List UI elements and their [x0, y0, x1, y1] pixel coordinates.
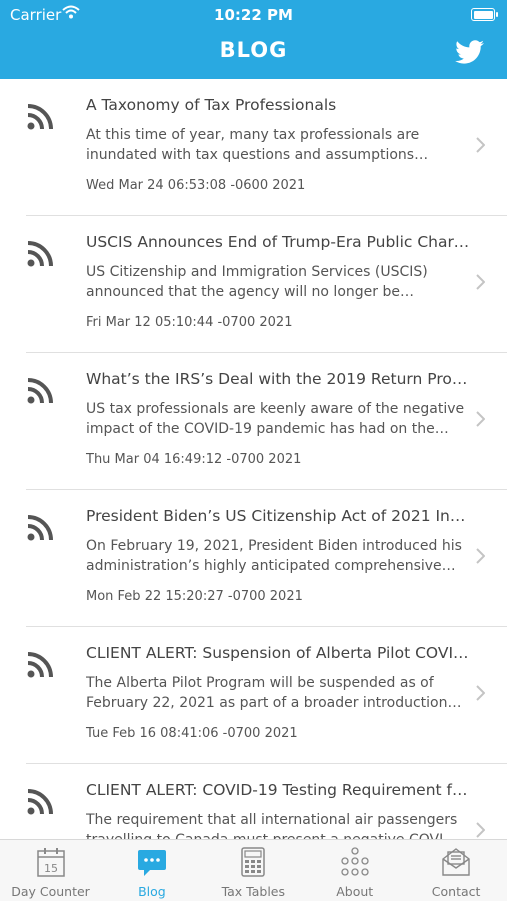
- post-summary: At this time of year, many tax professio…: [86, 127, 420, 163]
- tab-label: Tax Tables: [221, 884, 286, 899]
- status-time: 10:22 PM: [214, 6, 293, 24]
- calendar-icon: 15: [0, 846, 101, 880]
- rss-feed-icon: [26, 103, 54, 135]
- blog-post-row[interactable]: USCIS Announces End of Trump-Era Public …: [26, 216, 507, 353]
- tab-label: Day Counter: [11, 884, 90, 899]
- tab-bar: 15 Day Counter Blog Tax Tables About Contact: [0, 839, 507, 901]
- rss-feed-icon: [26, 240, 54, 272]
- post-date: Fri Mar 12 05:10:44 -0700 2021: [86, 315, 293, 330]
- post-title: USCIS Announces End of Trump-Era Public …: [86, 233, 471, 251]
- envelope-icon: [406, 846, 507, 880]
- tab-day-counter[interactable]: 15 Day Counter: [0, 840, 101, 901]
- post-date: Wed Mar 24 06:53:08 -0600 2021: [86, 178, 306, 193]
- post-title: President Biden’s US Citizenship Act of …: [86, 507, 471, 525]
- calculator-icon: [203, 846, 304, 880]
- post-date: Mon Feb 22 15:20:27 -0700 2021: [86, 589, 303, 604]
- post-summary: US tax professionals are keenly aware of…: [86, 401, 465, 437]
- svg-text:15: 15: [44, 862, 58, 875]
- chevron-right-icon: [475, 548, 486, 568]
- chevron-right-icon: [475, 274, 486, 294]
- post-summary: The Alberta Pilot Program will be suspen…: [86, 675, 448, 711]
- dots-grid-icon: [304, 846, 405, 880]
- blog-post-row[interactable]: CLIENT ALERT: Suspension of Alberta Pilo…: [26, 627, 507, 764]
- tab-label: About: [336, 884, 374, 899]
- chevron-right-icon: [475, 685, 486, 705]
- post-summary: The requirement that all international a…: [86, 812, 459, 839]
- twitter-icon[interactable]: [455, 40, 485, 68]
- blog-post-row[interactable]: What’s the IRS’s Deal with the 2019 Retu…: [26, 353, 507, 490]
- tab-about[interactable]: About: [304, 840, 405, 901]
- post-summary: US Citizenship and Immigration Services …: [86, 264, 428, 300]
- chevron-right-icon: [475, 822, 486, 839]
- page-title: BLOG: [219, 38, 288, 62]
- tab-tax-tables[interactable]: Tax Tables: [203, 840, 304, 901]
- battery-icon: [471, 8, 498, 21]
- tab-contact[interactable]: Contact: [406, 840, 507, 901]
- status-bar: Carrier 10:22 PM: [0, 0, 507, 28]
- chevron-right-icon: [475, 137, 486, 157]
- blog-post-list[interactable]: A Taxonomy of Tax Professionals At this t…: [0, 79, 507, 839]
- tab-label: Blog: [138, 884, 166, 899]
- post-summary: On February 19, 2021, President Biden in…: [86, 538, 462, 574]
- rss-feed-icon: [26, 651, 54, 683]
- post-date: Tue Feb 16 08:41:06 -0700 2021: [86, 726, 298, 741]
- rss-feed-icon: [26, 377, 54, 409]
- chat-bubble-icon: [101, 846, 202, 880]
- blog-post-row[interactable]: CLIENT ALERT: COVID-19 Testing Requireme…: [26, 764, 507, 839]
- app-header: Carrier 10:22 PM BLOG: [0, 0, 507, 79]
- post-date: Thu Mar 04 16:49:12 -0700 2021: [86, 452, 302, 467]
- post-title: CLIENT ALERT: COVID-19 Testing Requireme…: [86, 781, 471, 799]
- blog-post-row[interactable]: A Taxonomy of Tax Professionals At this t…: [26, 79, 507, 216]
- rss-feed-icon: [26, 788, 54, 820]
- tab-blog[interactable]: Blog: [101, 840, 202, 901]
- tab-label: Contact: [431, 884, 481, 899]
- chevron-right-icon: [475, 411, 486, 431]
- blog-post-row[interactable]: President Biden’s US Citizenship Act of …: [26, 490, 507, 627]
- rss-feed-icon: [26, 514, 54, 546]
- post-title: CLIENT ALERT: Suspension of Alberta Pilo…: [86, 644, 471, 662]
- post-title: A Taxonomy of Tax Professionals: [86, 96, 337, 114]
- post-title: What’s the IRS’s Deal with the 2019 Retu…: [86, 370, 471, 388]
